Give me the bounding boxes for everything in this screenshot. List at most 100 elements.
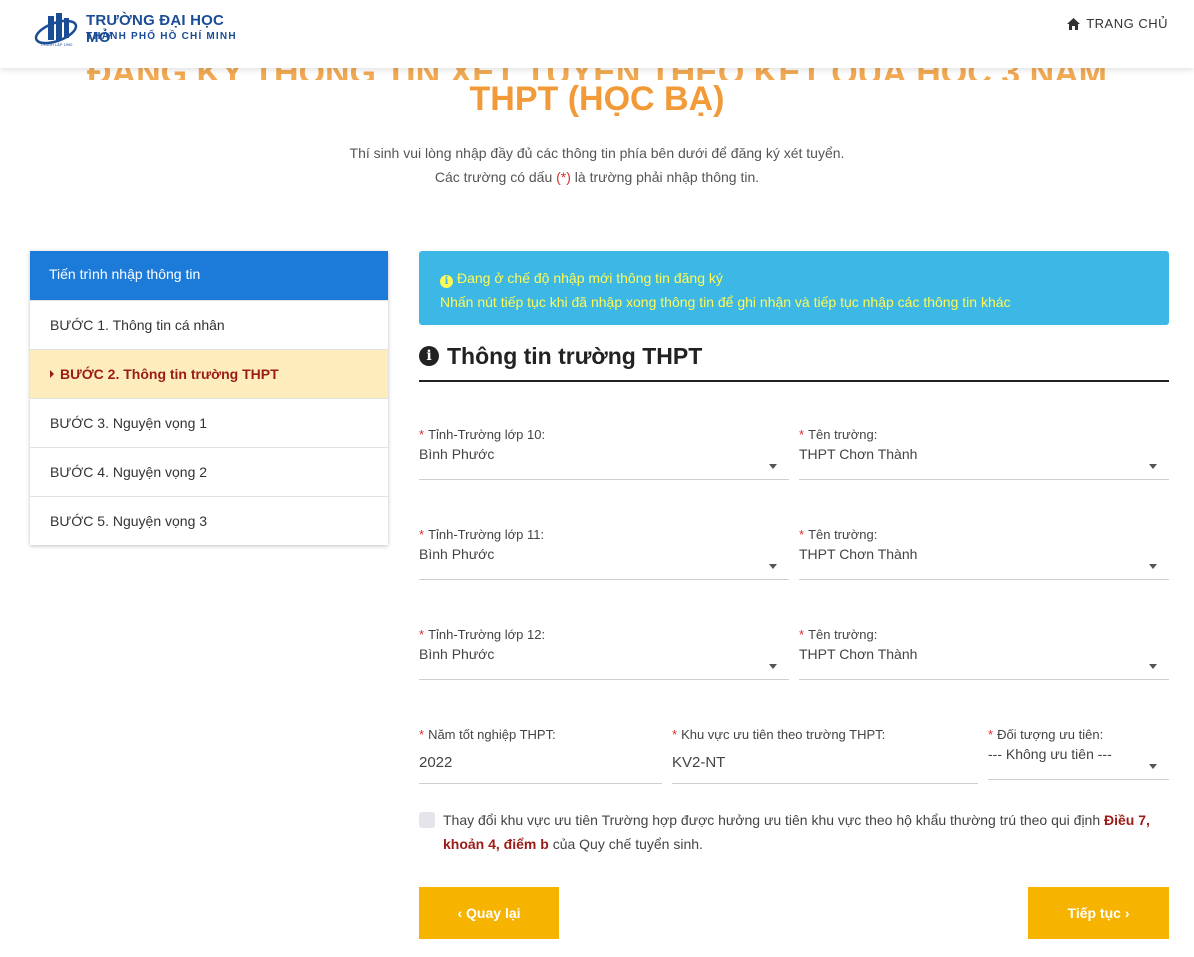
logo-subtitle: THÀNH PHỐ HỒ CHÍ MINH xyxy=(86,31,237,42)
subtitle-line2-a: Các trường có dấu xyxy=(434,169,557,185)
school-grade11-field: * Tên trường: THPT Chơn Thành xyxy=(799,526,1169,580)
required-star: * xyxy=(799,527,805,542)
required-star: * xyxy=(419,727,425,742)
select-value: THPT Chơn Thành xyxy=(799,546,918,562)
label-text: Tỉnh-Trường lớp 11: xyxy=(428,527,545,542)
graduation-year-field: * Năm tốt nghiệp THPT: 2022 xyxy=(419,726,662,784)
field-label: * Tên trường: xyxy=(799,626,1169,644)
input-value: KV2-NT xyxy=(672,754,726,771)
select-value: Bình Phước xyxy=(419,446,495,462)
select-value: Bình Phước xyxy=(419,646,495,662)
field-label: * Đối tượng ưu tiên: xyxy=(988,726,1169,744)
alert-line1-text: Đang ở chế độ nhập mới thông tin đăng ký xyxy=(457,270,723,286)
checkbox-text-b: của Quy chế tuyển sinh. xyxy=(548,836,703,852)
home-link-label: TRANG CHỦ xyxy=(1086,16,1168,31)
label-text: Tỉnh-Trường lớp 12: xyxy=(428,627,546,642)
university-logo[interactable]: THÀNH LẬP 1990 TRƯỜNG ĐẠI HỌC MỞ THÀNH P… xyxy=(34,10,254,52)
label-text: Năm tốt nghiệp THPT: xyxy=(428,727,556,742)
field-label: * Khu vực ưu tiên theo trường THPT: xyxy=(672,726,978,744)
field-label: * Tên trường: xyxy=(799,526,1169,544)
sidebar-step-2[interactable]: BƯỚC 2. Thông tin trường THPT xyxy=(30,349,388,398)
change-priority-area-row: Thay đổi khu vực ưu tiên Trường hợp được… xyxy=(419,808,1169,856)
school-grade12-field: * Tên trường: THPT Chơn Thành xyxy=(799,626,1169,680)
province-grade11-select[interactable]: Bình Phước xyxy=(419,544,789,580)
home-link[interactable]: TRANG CHỦ xyxy=(1067,16,1168,31)
school-grade10-field: * Tên trường: THPT Chơn Thành xyxy=(799,426,1169,480)
sidebar-step-3[interactable]: BƯỚC 3. Nguyện vọng 1 xyxy=(30,398,388,447)
alert-line1: i Đang ở chế độ nhập mới thông tin đăng k… xyxy=(440,266,1148,290)
dropdown-arrow-icon xyxy=(769,564,777,569)
step-label: BƯỚC 2. Thông tin trường THPT xyxy=(60,366,279,382)
school-grade12-select[interactable]: THPT Chơn Thành xyxy=(799,644,1169,680)
subtitle-line2: Các trường có dấu (*) là trường phải nhậ… xyxy=(0,165,1194,189)
sidebar-step-4[interactable]: BƯỚC 4. Nguyện vọng 2 xyxy=(30,447,388,496)
field-label: * Tỉnh-Trường lớp 12: xyxy=(419,626,789,644)
sidebar-step-5[interactable]: BƯỚC 5. Nguyện vọng 3 xyxy=(30,496,388,545)
sidebar-heading: Tiến trình nhập thông tin xyxy=(30,251,388,300)
required-star: * xyxy=(988,727,994,742)
label-text: Tên trường: xyxy=(808,427,878,442)
progress-sidebar: Tiến trình nhập thông tin BƯỚC 1. Thông … xyxy=(30,251,388,545)
province-grade10-field: * Tỉnh-Trường lớp 10: Bình Phước xyxy=(419,426,789,480)
caret-right-icon xyxy=(50,370,54,378)
select-value: THPT Chơn Thành xyxy=(799,646,918,662)
alert-line2: Nhấn nút tiếp tục khi đã nhập xong thông… xyxy=(440,294,1011,310)
logo-small-text: THÀNH LẬP 1990 xyxy=(40,42,73,47)
field-label: * Tên trường: xyxy=(799,426,1169,444)
select-value: THPT Chơn Thành xyxy=(799,446,918,462)
label-text: Khu vực ưu tiên theo trường THPT: xyxy=(681,727,886,742)
home-icon xyxy=(1067,17,1081,30)
province-grade11-field: * Tỉnh-Trường lớp 11: Bình Phước xyxy=(419,526,789,580)
required-marker: (*) xyxy=(556,169,571,185)
step-label: BƯỚC 4. Nguyện vọng 2 xyxy=(50,464,208,480)
dropdown-arrow-icon xyxy=(769,464,777,469)
label-text: Đối tượng ưu tiên: xyxy=(997,727,1104,742)
required-star: * xyxy=(419,527,425,542)
required-star: * xyxy=(672,727,678,742)
back-button[interactable]: ‹ Quay lại xyxy=(419,887,559,939)
label-text: Tên trường: xyxy=(808,527,878,542)
page-subtitle: Thí sinh vui lòng nhập đầy đủ các thông … xyxy=(0,141,1194,189)
province-grade12-select[interactable]: Bình Phước xyxy=(419,644,789,680)
school-grade11-select[interactable]: THPT Chơn Thành xyxy=(799,544,1169,580)
graduation-year-input[interactable]: 2022 xyxy=(419,744,662,784)
info-circle-icon: i xyxy=(419,346,439,366)
select-value: --- Không ưu tiên --- xyxy=(988,746,1112,762)
checkbox-label: Thay đổi khu vực ưu tiên Trường hợp được… xyxy=(419,808,1169,856)
info-alert: i Đang ở chế độ nhập mới thông tin đăng k… xyxy=(419,251,1169,325)
info-icon: i xyxy=(440,275,453,288)
label-text: Tên trường: xyxy=(808,627,878,642)
province-grade10-select[interactable]: Bình Phước xyxy=(419,444,789,480)
step-label: BƯỚC 5. Nguyện vọng 3 xyxy=(50,513,208,529)
sidebar-step-1[interactable]: BƯỚC 1. Thông tin cá nhân xyxy=(30,300,388,349)
checkbox-text-a: Thay đổi khu vực ưu tiên Trường hợp được… xyxy=(443,812,1105,828)
input-value: 2022 xyxy=(419,754,453,771)
dropdown-arrow-icon xyxy=(1149,564,1157,569)
subtitle-line2-b: là trường phải nhập thông tin. xyxy=(570,169,760,185)
page-title-line2: THPT (HỌC BẠ) xyxy=(469,80,725,118)
required-star: * xyxy=(419,627,425,642)
next-button[interactable]: Tiếp tục › xyxy=(1028,887,1169,939)
required-star: * xyxy=(799,627,805,642)
priority-area-field: * Khu vực ưu tiên theo trường THPT: KV2-N… xyxy=(672,726,978,784)
change-priority-area-checkbox[interactable] xyxy=(419,812,435,828)
field-label: * Tỉnh-Trường lớp 10: xyxy=(419,426,789,444)
province-grade12-field: * Tỉnh-Trường lớp 12: Bình Phước xyxy=(419,626,789,680)
required-star: * xyxy=(419,427,425,442)
select-value: Bình Phước xyxy=(419,546,495,562)
subtitle-line1: Thí sinh vui lòng nhập đầy đủ các thông … xyxy=(349,145,845,161)
field-label: * Năm tốt nghiệp THPT: xyxy=(419,726,662,744)
section-title: Thông tin trường THPT xyxy=(447,342,703,369)
dropdown-arrow-icon xyxy=(1149,464,1157,469)
dropdown-arrow-icon xyxy=(1149,664,1157,669)
step-label: BƯỚC 1. Thông tin cá nhân xyxy=(50,317,225,333)
priority-area-input[interactable]: KV2-NT xyxy=(672,744,978,784)
field-label: * Tỉnh-Trường lớp 11: xyxy=(419,526,789,544)
priority-object-select[interactable]: --- Không ưu tiên --- xyxy=(988,744,1169,780)
school-grade10-select[interactable]: THPT Chơn Thành xyxy=(799,444,1169,480)
priority-object-field: * Đối tượng ưu tiên: --- Không ưu tiên --… xyxy=(988,726,1169,780)
dropdown-arrow-icon xyxy=(1149,764,1157,769)
top-navbar: THÀNH LẬP 1990 TRƯỜNG ĐẠI HỌC MỞ THÀNH P… xyxy=(0,0,1194,68)
dropdown-arrow-icon xyxy=(769,664,777,669)
step-label: BƯỚC 3. Nguyện vọng 1 xyxy=(50,415,208,431)
